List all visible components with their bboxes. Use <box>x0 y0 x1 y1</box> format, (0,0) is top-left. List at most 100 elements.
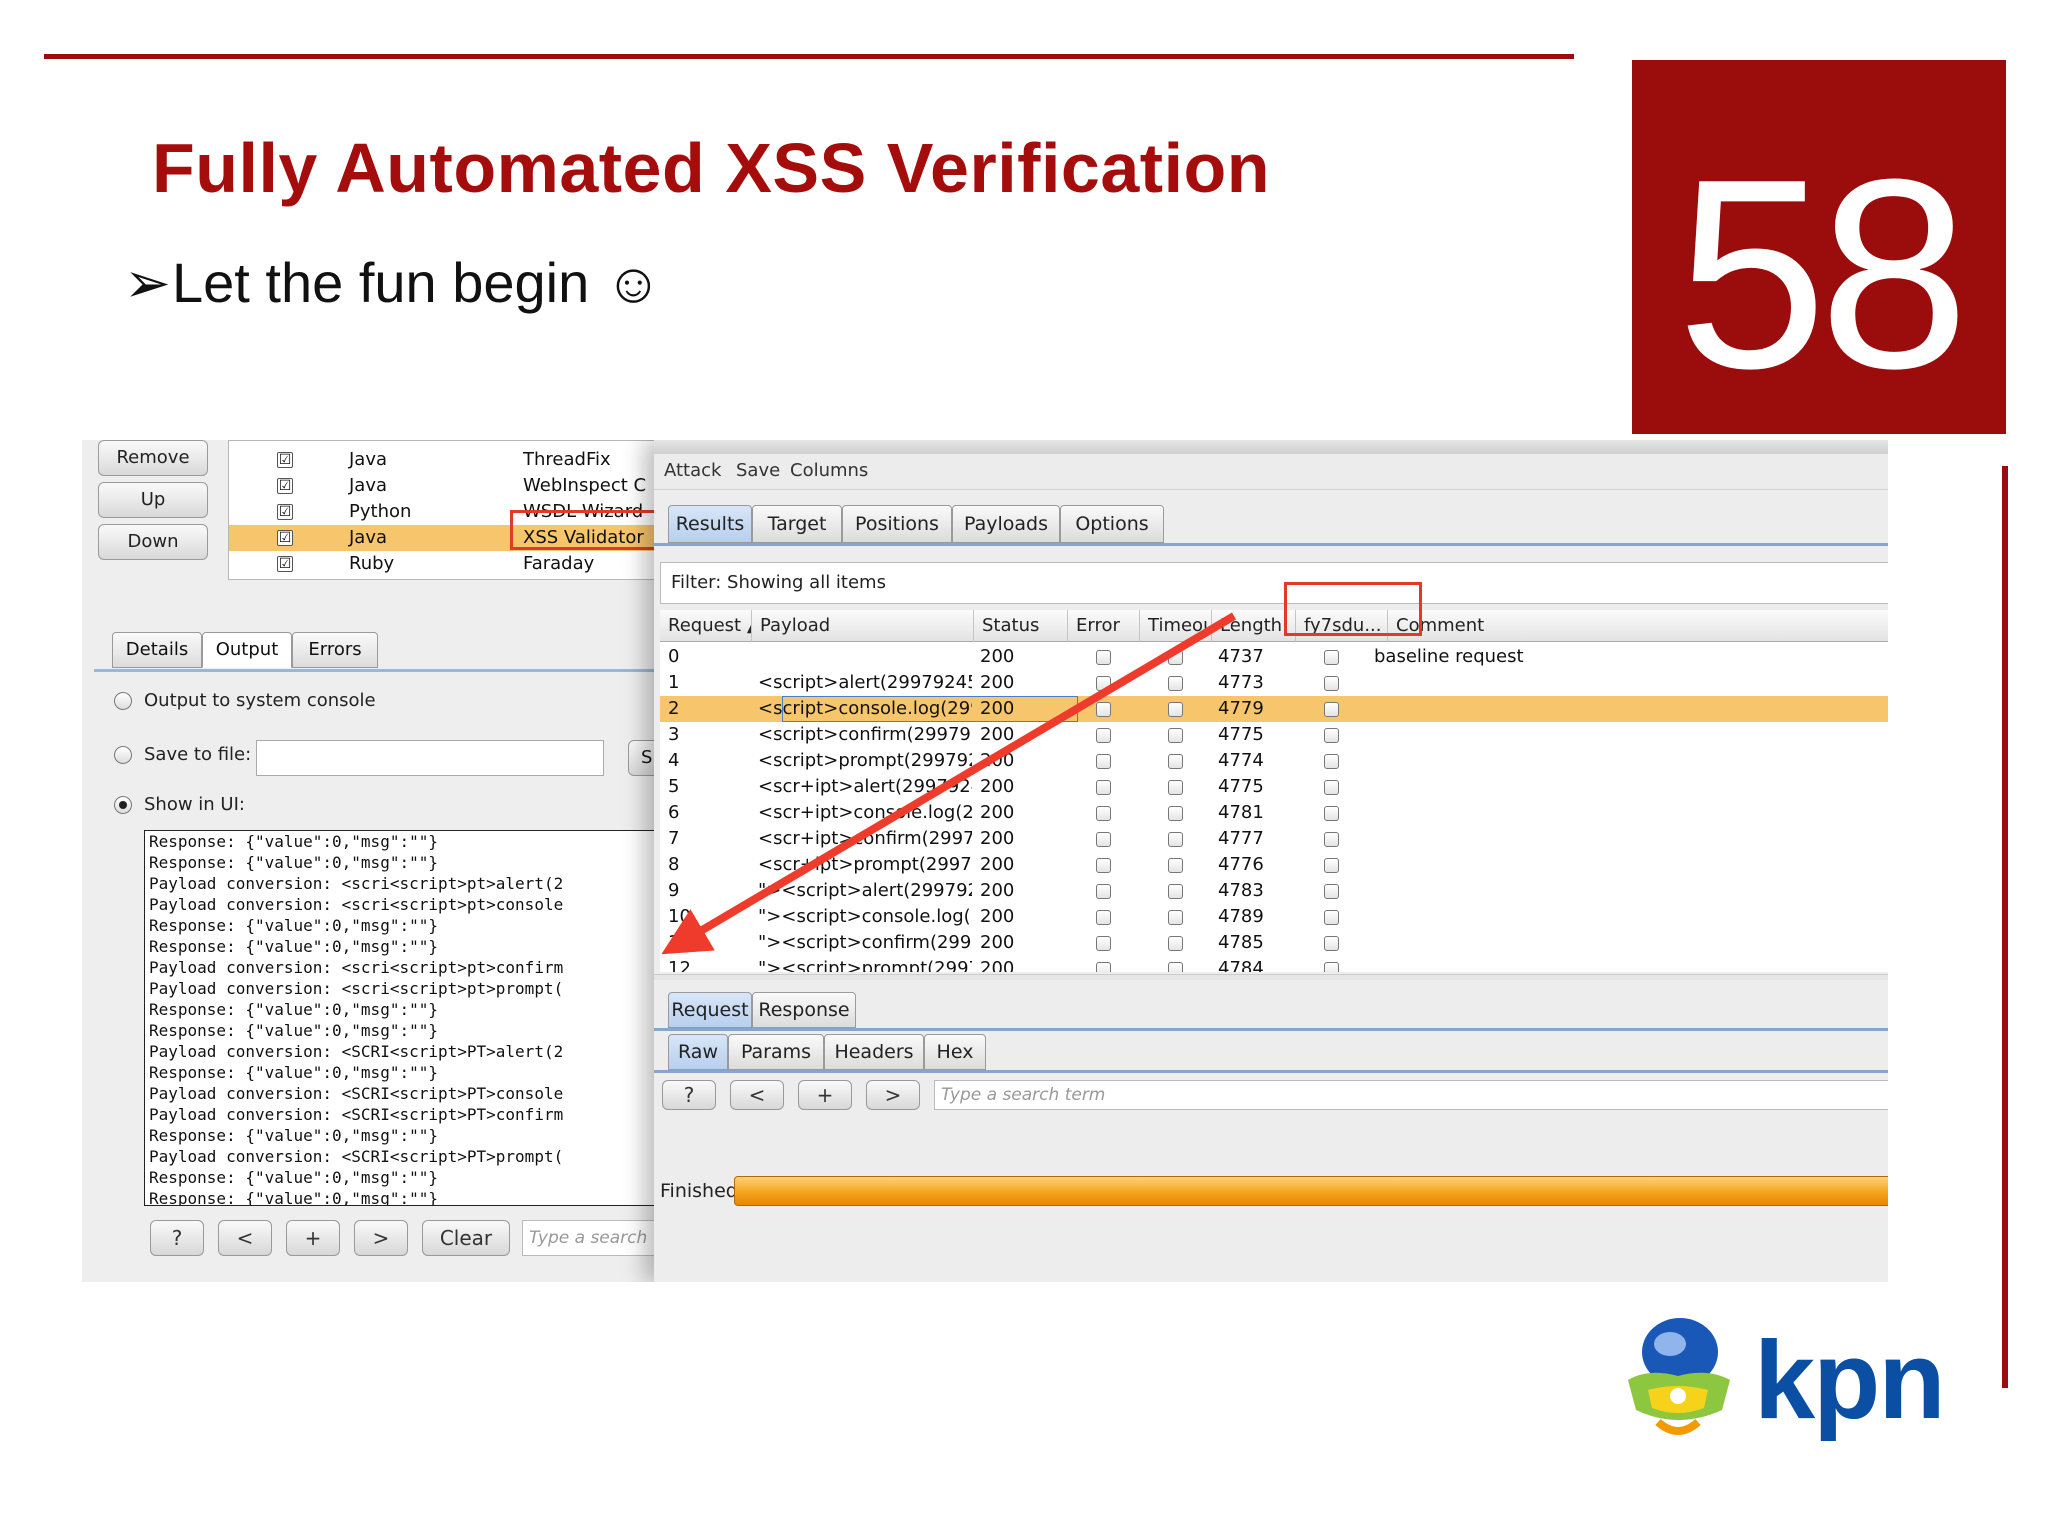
cell-status: 200 <box>980 854 1015 875</box>
table-row[interactable]: 12 "><script>prompt(2997924... 200 4784 <box>660 956 1888 972</box>
remove-button[interactable]: Remove <box>98 440 208 476</box>
table-row[interactable]: 3 <script>confirm(29979245... 200 4775 <box>660 722 1888 748</box>
column-comment[interactable]: Comment <box>1388 610 1888 642</box>
next-button[interactable]: > <box>354 1220 408 1256</box>
table-row[interactable]: 2<script>console.log(29979...2004779 <box>660 696 1888 722</box>
tab-positions[interactable]: Positions <box>842 505 952 543</box>
cell-length: 4737 <box>1218 646 1264 667</box>
tab-divider <box>654 543 1888 546</box>
column-error[interactable]: Error <box>1068 610 1140 642</box>
console-line: Payload conversion: <scri<script>pt>aler… <box>149 874 564 893</box>
add-button[interactable]: + <box>798 1080 852 1110</box>
menu-attack[interactable]: Attack <box>664 460 721 481</box>
loaded-checkbox[interactable]: ☑ <box>277 452 293 468</box>
loaded-checkbox[interactable]: ☑ <box>277 530 293 546</box>
cell-length: 4774 <box>1218 750 1264 771</box>
tab-target[interactable]: Target <box>752 505 842 543</box>
loaded-checkbox[interactable]: ☑ <box>277 478 293 494</box>
tab-errors[interactable]: Errors <box>292 632 378 668</box>
bullet-text: Let the fun begin ☺ <box>172 251 662 314</box>
timeout-checkbox <box>1168 962 1183 972</box>
down-button[interactable]: Down <box>98 524 208 560</box>
tab-details[interactable]: Details <box>112 632 202 668</box>
next-button[interactable]: > <box>866 1080 920 1110</box>
error-checkbox <box>1096 936 1111 951</box>
kpn-crown-logo-icon <box>1628 1318 1730 1435</box>
error-checkbox <box>1096 962 1111 972</box>
fy7sdu-checkbox <box>1324 728 1339 743</box>
table-header: Request ▲ Payload Status Error Timeout L… <box>660 610 1888 642</box>
help-button[interactable]: ? <box>662 1080 716 1110</box>
up-button[interactable]: Up <box>98 482 208 518</box>
tab-params[interactable]: Params <box>728 1034 824 1070</box>
cell-request: 8 <box>668 854 680 875</box>
error-checkbox <box>1096 728 1111 743</box>
table-row[interactable]: 0 200 4737 baseline request <box>660 644 1888 670</box>
cell-request: 3 <box>668 724 680 745</box>
cell-status: 200 <box>980 932 1015 953</box>
top-rule <box>44 54 1574 59</box>
timeout-checkbox <box>1168 858 1183 873</box>
tab-divider <box>654 1028 1888 1031</box>
results-filter-bar[interactable]: Filter: Showing all items <box>660 562 1888 604</box>
save-file-input[interactable] <box>256 740 604 776</box>
table-row[interactable]: 9 "><script>alert(299792458... 200 4783 <box>660 878 1888 904</box>
tab-hex[interactable]: Hex <box>924 1034 986 1070</box>
cell-request: 10 <box>668 906 691 927</box>
table-row[interactable]: 11 "><script>confirm(299792... 200 4785 <box>660 930 1888 956</box>
column-timeout[interactable]: Timeout <box>1140 610 1212 642</box>
console-line: Response: {"value":0,"msg":""} <box>149 937 438 956</box>
tab-headers[interactable]: Headers <box>824 1034 924 1070</box>
output-console[interactable]: Response: {"value":0,"msg":""} Response:… <box>144 830 684 1206</box>
previous-button[interactable]: < <box>730 1080 784 1110</box>
menu-columns[interactable]: Columns <box>790 460 868 481</box>
column-status[interactable]: Status <box>974 610 1068 642</box>
radio-show-in-ui[interactable] <box>114 796 132 814</box>
column-request[interactable]: Request ▲ <box>660 610 752 642</box>
focused-cell-outline <box>782 696 1078 722</box>
loaded-checkbox[interactable]: ☑ <box>277 556 293 572</box>
tab-payloads[interactable]: Payloads <box>952 505 1060 543</box>
extension-row[interactable]: ☑ Java ThreadFix <box>229 447 669 473</box>
column-payload[interactable]: Payload <box>752 610 974 642</box>
tab-results[interactable]: Results <box>668 505 752 543</box>
table-row[interactable]: 7 <scr+ipt>confirm(2997924... 200 4777 <box>660 826 1888 852</box>
results-table: Request ▲ Payload Status Error Timeout L… <box>660 610 1888 972</box>
radio-label: Save to file: <box>144 744 252 765</box>
console-line: Response: {"value":0,"msg":""} <box>149 1126 438 1145</box>
loaded-checkbox[interactable]: ☑ <box>277 504 293 520</box>
tab-raw[interactable]: Raw <box>668 1034 728 1070</box>
table-row[interactable]: 10 "><script>console.log(2997... 200 4789 <box>660 904 1888 930</box>
previous-button[interactable]: < <box>218 1220 272 1256</box>
extension-row[interactable]: ☑ Ruby Faraday <box>229 551 669 577</box>
cell-request: 7 <box>668 828 680 849</box>
table-row[interactable]: 4 <script>prompt(299792458... 200 4774 <box>660 748 1888 774</box>
tab-output[interactable]: Output <box>202 632 292 668</box>
menu-bar: Attack Save Columns <box>654 454 1888 490</box>
radio-save-to-file[interactable] <box>114 746 132 764</box>
fy7sdu-checkbox <box>1324 936 1339 951</box>
fy7sdu-column-highlight <box>1284 582 1422 636</box>
table-row[interactable]: 1 <script>alert(299792458)<... 200 4773 <box>660 670 1888 696</box>
clear-button[interactable]: Clear <box>422 1220 510 1256</box>
tab-response[interactable]: Response <box>752 992 856 1028</box>
add-button[interactable]: + <box>286 1220 340 1256</box>
radio-system-console[interactable] <box>114 692 132 710</box>
request-search-input[interactable]: Type a search term <box>934 1080 1888 1110</box>
help-button[interactable]: ? <box>150 1220 204 1256</box>
cell-request: 9 <box>668 880 680 901</box>
bullet-point: ➢Let the fun begin ☺ <box>124 250 662 316</box>
extension-row[interactable]: ☑ Java WebInspect C <box>229 473 669 499</box>
tab-request[interactable]: Request <box>668 992 752 1028</box>
cell-length: 4779 <box>1218 698 1264 719</box>
menu-save[interactable]: Save <box>736 460 780 481</box>
cell-status: 200 <box>980 880 1015 901</box>
cell-payload: <scr+ipt>confirm(2997924... <box>758 828 972 849</box>
table-row[interactable]: 6 <scr+ipt>console.log(2997... 200 4781 <box>660 800 1888 826</box>
cell-payload: "><script>confirm(299792... <box>758 932 972 953</box>
table-row[interactable]: 5 <scr+ipt>alert(299792458)... 200 4775 <box>660 774 1888 800</box>
cell-payload: <scr+ipt>alert(299792458)... <box>758 776 972 797</box>
pane-splitter[interactable] <box>654 974 1888 980</box>
tab-options[interactable]: Options <box>1060 505 1164 543</box>
table-row[interactable]: 8 <scr+ipt>prompt(2997924... 200 4776 <box>660 852 1888 878</box>
